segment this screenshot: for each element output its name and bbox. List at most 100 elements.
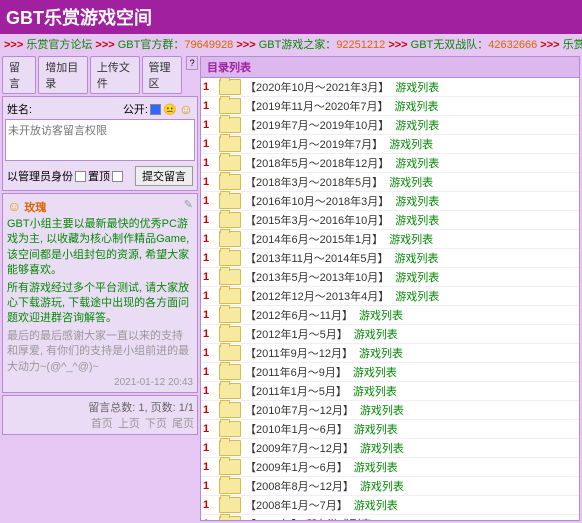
nav-link[interactable]: GBT官方群： bbox=[115, 39, 185, 51]
game-list-link[interactable]: 游戏列表 bbox=[354, 497, 398, 513]
list-item[interactable]: 1【2008年8月～12月】游戏列表 bbox=[201, 477, 579, 496]
game-list-link[interactable]: 游戏列表 bbox=[389, 174, 433, 190]
game-list-link[interactable]: 游戏列表 bbox=[360, 478, 404, 494]
folder-icon bbox=[219, 231, 241, 247]
quote-icon[interactable]: ✎ bbox=[184, 198, 193, 211]
folder-icon bbox=[219, 193, 241, 209]
game-list-link[interactable]: 游戏列表 bbox=[395, 117, 439, 133]
nav-link[interactable]: 乐赏GBT之家（佛仙）： bbox=[560, 39, 582, 51]
directory-list[interactable]: 1【2020年10月～2021年3月】游戏列表1【2019年11月～2020年7… bbox=[200, 78, 580, 521]
list-item[interactable]: 1【2008年】 所有游戏列表2 bbox=[201, 515, 579, 521]
list-item[interactable]: 1【2008年1月～7月】游戏列表 bbox=[201, 496, 579, 515]
game-list-link[interactable]: 游戏列表 bbox=[395, 212, 439, 228]
list-item[interactable]: 1【2015年3月～2016年10月】游戏列表 bbox=[201, 211, 579, 230]
game-list-link[interactable]: 游戏列表 bbox=[395, 79, 439, 95]
list-item[interactable]: 1【2011年1月～5月】游戏列表 bbox=[201, 382, 579, 401]
submit-button[interactable]: 提交留言 bbox=[135, 166, 193, 186]
top-nav-bar: >>> 乐赏官方论坛 >>> GBT官方群：79649928 >>> GBT游戏… bbox=[0, 34, 582, 54]
app-title: GBT乐赏游戏空间 bbox=[0, 0, 582, 34]
game-list-link[interactable]: 游戏列表 bbox=[395, 288, 439, 304]
folder-icon bbox=[219, 402, 241, 418]
list-item[interactable]: 1【2020年10月～2021年3月】游戏列表 bbox=[201, 78, 579, 97]
game-list-link[interactable]: 游戏列表 bbox=[395, 269, 439, 285]
post-body: 所有游戏经过多个平台测试, 请大家放心下载游玩, 下载途中出现的各方面问题欢迎进… bbox=[7, 281, 193, 327]
face-icon[interactable]: 😐 bbox=[163, 103, 177, 116]
folder-icon bbox=[219, 174, 241, 190]
tab-add-dir[interactable]: 增加目录 bbox=[38, 56, 88, 94]
game-list-link[interactable]: 游戏列表 bbox=[359, 307, 403, 323]
post-body: 最后的最后感谢大家一直以来的支持和厚爱, 有你们的支持是小组前进的最大动力~(@… bbox=[7, 329, 193, 375]
list-item[interactable]: 1【2016年10月～2018年3月】游戏列表 bbox=[201, 192, 579, 211]
game-list-link[interactable]: 游戏列表 bbox=[389, 231, 433, 247]
list-item[interactable]: 1【2019年7月～2019年10月】游戏列表 bbox=[201, 116, 579, 135]
game-list-link[interactable]: 游戏列表 bbox=[360, 402, 404, 418]
list-item[interactable]: 1【2014年6月～2015年1月】游戏列表 bbox=[201, 230, 579, 249]
game-list-link[interactable]: 游戏列表 bbox=[395, 193, 439, 209]
smile-icon[interactable]: ☺ bbox=[179, 101, 193, 117]
admin-label: 以管理员身份 bbox=[7, 168, 73, 184]
nav-link[interactable]: 乐赏官方论坛 bbox=[23, 39, 92, 51]
nav-link[interactable]: GBT游戏之家： bbox=[256, 39, 337, 51]
game-list-link[interactable]: 游戏列表 bbox=[359, 345, 403, 361]
folder-icon bbox=[219, 345, 241, 361]
folder-icon bbox=[219, 421, 241, 437]
name-label: 姓名: bbox=[7, 101, 32, 117]
game-list-link[interactable]: 游戏列表 bbox=[360, 440, 404, 456]
folder-icon bbox=[219, 478, 241, 494]
post-body: GBT小组主要以最新最快的优秀PC游戏为主, 以收藏为核心制作精品Game, 该… bbox=[7, 217, 193, 279]
list-item[interactable]: 1【2011年6月～9月】游戏列表 bbox=[201, 363, 579, 382]
list-item[interactable]: 1【2018年5月～2018年12月】游戏列表 bbox=[201, 154, 579, 173]
list-item[interactable]: 1【2012年6月～11月】游戏列表 bbox=[201, 306, 579, 325]
list-item[interactable]: 1【2013年5月～2013年10月】游戏列表 bbox=[201, 268, 579, 287]
list-item[interactable]: 1【2019年1月～2019年7月】游戏列表 bbox=[201, 135, 579, 154]
game-list-link[interactable]: 游戏列表 bbox=[394, 98, 438, 114]
list-item[interactable]: 1【2018年3月～2018年5月】游戏列表 bbox=[201, 173, 579, 192]
tab-guestbook[interactable]: 留 言 bbox=[2, 56, 36, 94]
game-list-link[interactable]: 游戏列表 bbox=[395, 155, 439, 171]
author-name: 玫瑰 bbox=[24, 202, 46, 214]
list-item[interactable]: 1【2012年1月～5月】游戏列表 bbox=[201, 325, 579, 344]
game-list-link[interactable]: 游戏列表 bbox=[353, 383, 397, 399]
nav-link[interactable]: GBT无双战队： bbox=[408, 39, 489, 51]
folder-icon bbox=[219, 326, 241, 342]
game-list-link[interactable]: 游戏列表 bbox=[354, 326, 398, 342]
folder-icon bbox=[219, 98, 241, 114]
game-list-link[interactable]: 游戏列表 bbox=[354, 421, 398, 437]
folder-icon bbox=[219, 307, 241, 323]
folder-icon bbox=[219, 459, 241, 475]
game-list-link[interactable]: 游戏列表 bbox=[353, 364, 397, 380]
refresh-icon[interactable]: ? bbox=[186, 56, 198, 70]
list-item[interactable]: 1【2009年1月～6月】游戏列表 bbox=[201, 458, 579, 477]
page-next[interactable]: 下页 bbox=[145, 418, 167, 430]
admin-checkbox[interactable] bbox=[75, 171, 86, 182]
top-label: 置顶 bbox=[88, 168, 110, 184]
list-item[interactable]: 1【2010年1月～6月】游戏列表 bbox=[201, 420, 579, 439]
list-item[interactable]: 1【2011年9月～12月】游戏列表 bbox=[201, 344, 579, 363]
post-date: 2021-01-12 20:43 bbox=[7, 377, 193, 388]
folder-icon bbox=[219, 288, 241, 304]
folder-icon bbox=[219, 155, 241, 171]
message-input[interactable] bbox=[5, 119, 195, 161]
list-item[interactable]: 1【2012年12月～2013年4月】游戏列表 bbox=[201, 287, 579, 306]
nav-number: 92251212 bbox=[336, 39, 388, 51]
top-checkbox[interactable] bbox=[112, 171, 123, 182]
public-label: 公开: bbox=[123, 101, 148, 117]
folder-icon bbox=[219, 79, 241, 95]
public-checkbox[interactable] bbox=[150, 104, 161, 115]
folder-icon bbox=[219, 516, 241, 521]
game-list-link[interactable]: 游戏列表 bbox=[354, 459, 398, 475]
page-prev[interactable]: 上页 bbox=[118, 418, 140, 430]
page-first[interactable]: 首页 bbox=[91, 418, 113, 430]
list-header: 目录列表 bbox=[200, 56, 580, 78]
tab-manage[interactable]: 管理区 bbox=[142, 56, 183, 94]
list-item[interactable]: 1【2009年7月～12月】游戏列表 bbox=[201, 439, 579, 458]
avatar-icon: ☺ bbox=[7, 198, 21, 214]
page-last[interactable]: 尾页 bbox=[172, 418, 194, 430]
tab-upload[interactable]: 上传文件 bbox=[90, 56, 140, 94]
game-list-link[interactable]: 游戏列表 bbox=[394, 250, 438, 266]
list-item[interactable]: 1【2010年7月～12月】游戏列表 bbox=[201, 401, 579, 420]
nav-number: 42632666 bbox=[488, 39, 540, 51]
list-item[interactable]: 1【2013年11月～2014年5月】游戏列表 bbox=[201, 249, 579, 268]
list-item[interactable]: 1【2019年11月～2020年7月】游戏列表 bbox=[201, 97, 579, 116]
game-list-link[interactable]: 游戏列表 bbox=[389, 136, 433, 152]
